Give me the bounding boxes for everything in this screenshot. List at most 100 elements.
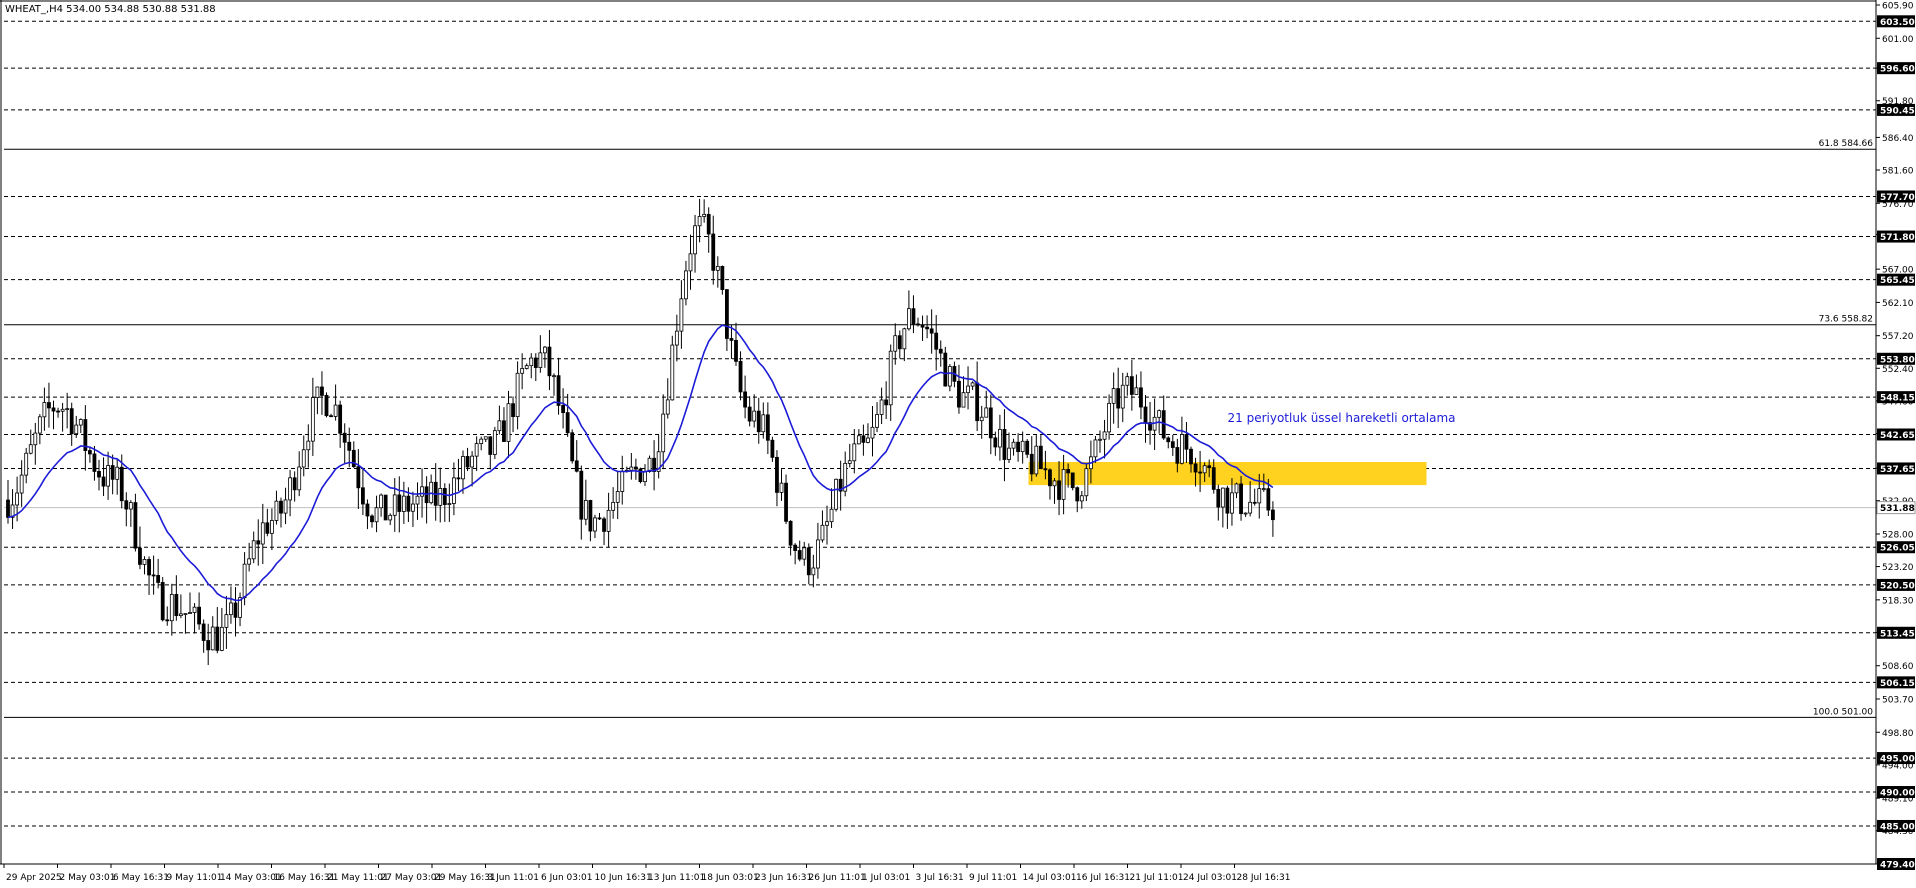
y-tick-label: 498.80	[1882, 729, 1914, 739]
candle-body	[715, 266, 720, 271]
candle-body	[297, 466, 302, 491]
y-tick-label: 601.00	[1882, 35, 1914, 45]
candle-body	[1166, 437, 1171, 443]
candle-body	[852, 443, 857, 462]
candle-body	[283, 499, 288, 514]
x-tick-label: 14 May 03:01	[220, 873, 282, 883]
candle-body	[734, 340, 738, 362]
candle-body	[916, 323, 920, 326]
candle-body	[260, 522, 265, 545]
candle-body	[1216, 488, 1221, 508]
candle-body	[497, 420, 502, 432]
candle-body	[42, 402, 47, 418]
candle-body	[1170, 441, 1175, 448]
candle-body	[643, 471, 647, 483]
candle-body	[60, 408, 65, 412]
candle-body	[1093, 439, 1098, 458]
fib-label: 100.0 501.00	[1813, 707, 1873, 717]
level-label: 565.45	[1880, 276, 1915, 286]
candle-body	[925, 326, 929, 330]
candle-body	[533, 357, 538, 368]
candle-body	[565, 412, 570, 434]
x-tick-label: 21 May 11:01	[327, 873, 389, 883]
candle-body	[1139, 387, 1143, 408]
candle-body	[765, 414, 770, 441]
level-label: 520.50	[1880, 581, 1915, 591]
candle-body	[1057, 480, 1061, 500]
candle-body	[1220, 487, 1225, 508]
candle-body	[37, 416, 42, 434]
candle-body	[224, 614, 229, 628]
candle-body	[151, 574, 156, 577]
candle-body	[747, 406, 752, 422]
candle-body	[483, 436, 488, 440]
y-tick-label: 605.90	[1882, 2, 1914, 12]
candle-body	[606, 509, 611, 532]
candle-body	[543, 346, 547, 354]
y-tick-label: 562.10	[1882, 299, 1914, 309]
fib-label: 61.8 584.66	[1819, 139, 1874, 149]
candle-body	[1184, 434, 1189, 450]
x-tick-label: 3 Jun 11:01	[488, 873, 539, 883]
candle-body	[888, 350, 893, 406]
ema-annotation: 21 periyotluk üssel hareketli ortalama	[1228, 411, 1456, 425]
candle-body	[670, 344, 675, 401]
level-label: 479.40	[1880, 861, 1915, 871]
level-label: 603.50	[1880, 18, 1915, 28]
candle-body	[756, 410, 761, 433]
candle-body	[1202, 465, 1207, 474]
candle-body	[579, 470, 584, 520]
candle-body	[256, 540, 261, 545]
level-label: 590.45	[1880, 106, 1915, 116]
candle-body	[524, 365, 529, 369]
candle-body	[720, 266, 725, 291]
candle-body	[1243, 512, 1248, 515]
candle-body	[347, 441, 352, 451]
candle-body	[420, 486, 424, 497]
candle-body	[197, 606, 202, 625]
candle-body	[165, 619, 170, 622]
candle-body	[752, 410, 757, 422]
candle-body	[761, 414, 766, 433]
x-tick-label: 24 Jul 03:01	[1183, 873, 1237, 883]
x-tick-label: 27 May 03:01	[381, 873, 443, 883]
level-label: 513.45	[1880, 629, 1915, 639]
candle-body	[674, 330, 679, 346]
current-price-label: 531.88	[1880, 504, 1915, 514]
candle-body	[1252, 501, 1257, 504]
candle-body	[515, 372, 520, 418]
candle-body	[315, 386, 320, 398]
candle-body	[33, 432, 38, 446]
level-label: 490.00	[1880, 789, 1915, 799]
candle-body	[984, 407, 989, 418]
candle-body	[966, 385, 970, 394]
candle-body	[520, 368, 525, 374]
candle-body	[301, 449, 306, 468]
price-chart[interactable]: 61.8 584.66 73.6 558.82 100.0 501.00 21 pe…	[0, 0, 1916, 888]
y-tick-label: 528.00	[1882, 530, 1914, 540]
candle-body	[1011, 441, 1016, 449]
candle-body	[1048, 469, 1052, 487]
candle-body	[1029, 453, 1034, 475]
candle-body	[115, 466, 120, 480]
plot-background	[0, 0, 1916, 888]
level-label: 577.70	[1880, 193, 1915, 203]
candle-body	[119, 466, 124, 502]
candle-body	[88, 450, 92, 455]
candle-body	[1066, 469, 1071, 474]
candle-body	[825, 521, 829, 526]
candle-body	[6, 499, 10, 518]
candle-body	[943, 352, 948, 387]
x-tick-label: 14 Jul 03:01	[1023, 873, 1077, 883]
candle-body	[788, 520, 793, 546]
candle-body	[988, 407, 993, 439]
candle-body	[188, 612, 192, 614]
candle-body	[775, 456, 779, 493]
candle-body	[101, 476, 106, 487]
candle-body	[174, 594, 179, 617]
candle-body	[893, 335, 898, 352]
candle-body	[106, 465, 110, 487]
candle-body	[292, 477, 297, 491]
candle-body	[793, 544, 798, 551]
candle-body	[401, 495, 406, 512]
